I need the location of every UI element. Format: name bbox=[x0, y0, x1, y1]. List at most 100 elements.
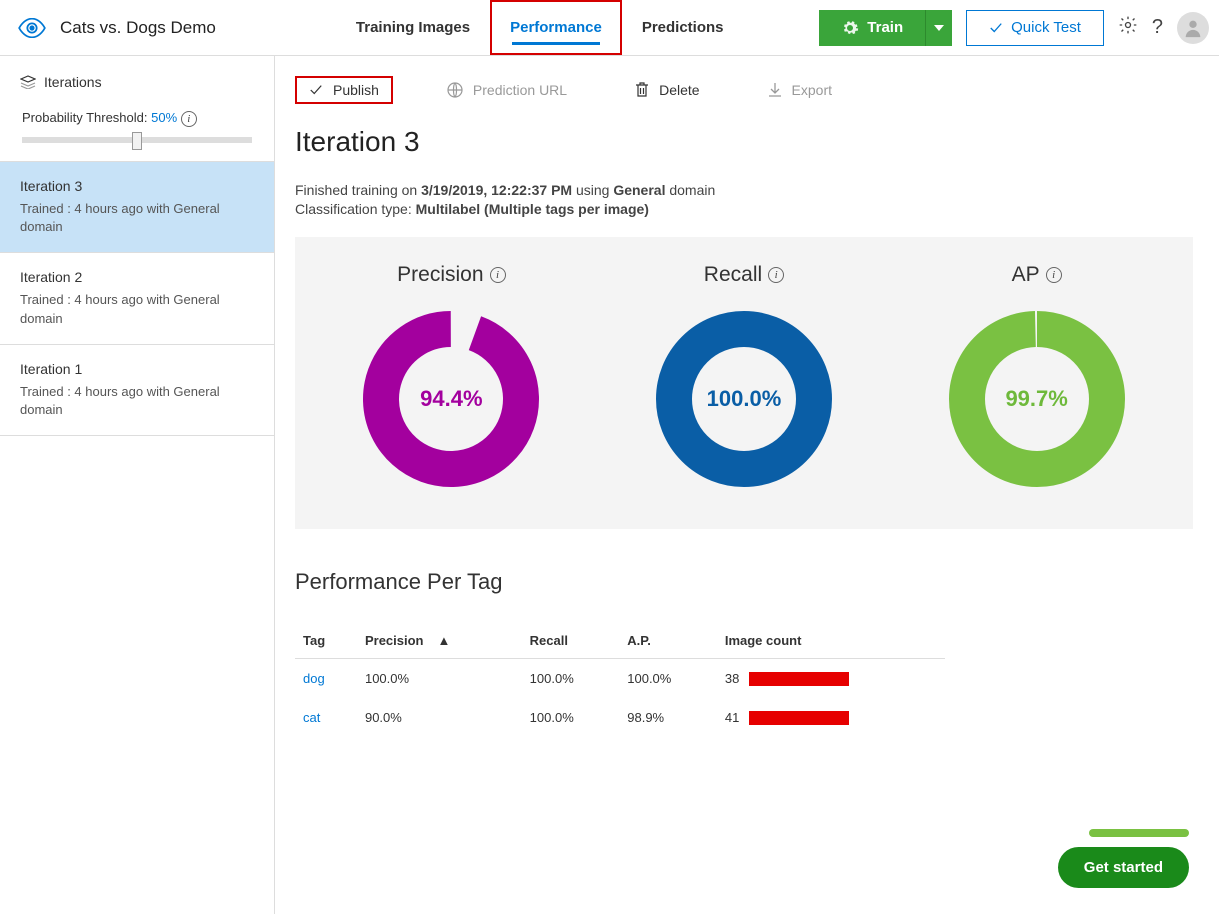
publish-button[interactable]: Publish bbox=[295, 76, 393, 104]
ap-donut: 99.7% bbox=[947, 309, 1127, 489]
publish-label: Publish bbox=[333, 82, 379, 98]
layers-icon bbox=[20, 75, 36, 89]
per-tag-table: Tag Precision▲ Recall A.P. Image count d… bbox=[295, 623, 945, 737]
tab-predictions[interactable]: Predictions bbox=[622, 0, 744, 55]
training-finished-line: Finished training on 3/19/2019, 12:22:37… bbox=[295, 182, 1193, 198]
tab-performance[interactable]: Performance bbox=[490, 0, 622, 55]
cell-recall: 100.0% bbox=[522, 698, 620, 737]
train-label: Train bbox=[867, 19, 903, 36]
col-recall[interactable]: Recall bbox=[522, 623, 620, 659]
prediction-url-button: Prediction URL bbox=[433, 76, 581, 104]
quick-test-button[interactable]: Quick Test bbox=[966, 10, 1104, 46]
get-started-widget: Get started bbox=[1058, 829, 1189, 888]
threshold-slider[interactable] bbox=[22, 137, 252, 143]
recall-value: 100.0% bbox=[707, 386, 782, 412]
table-row: dog 100.0% 100.0% 100.0% 38 bbox=[295, 659, 945, 699]
ap-value: 99.7% bbox=[1005, 386, 1067, 412]
header-actions: Train Quick Test ? bbox=[819, 10, 1209, 46]
per-tag-heading: Performance Per Tag bbox=[295, 569, 1193, 595]
prediction-url-label: Prediction URL bbox=[473, 82, 567, 98]
sidebar: Iterations Probability Threshold: 50% i … bbox=[0, 56, 275, 914]
main-content: Publish Prediction URL Delete Export Ite… bbox=[275, 56, 1219, 914]
cell-ap: 100.0% bbox=[619, 659, 717, 699]
export-label: Export bbox=[792, 82, 832, 98]
count-bar bbox=[749, 711, 849, 725]
iteration-subtitle: Trained : 4 hours ago with General domai… bbox=[20, 383, 254, 419]
train-dropdown[interactable] bbox=[925, 10, 952, 46]
header: Cats vs. Dogs Demo Training Images Perfo… bbox=[0, 0, 1219, 56]
cell-precision: 100.0% bbox=[357, 659, 522, 699]
slider-thumb[interactable] bbox=[132, 132, 142, 150]
trash-icon bbox=[635, 82, 649, 98]
col-precision[interactable]: Precision▲ bbox=[357, 623, 522, 659]
precision-metric: Precision i 94.4% bbox=[361, 263, 541, 489]
threshold-value: 50% bbox=[151, 110, 177, 125]
sidebar-section-label: Iterations bbox=[44, 74, 102, 90]
threshold-label: Probability Threshold: bbox=[22, 110, 148, 125]
threshold-control: Probability Threshold: 50% i bbox=[0, 100, 274, 161]
iteration-toolbar: Publish Prediction URL Delete Export bbox=[295, 76, 1193, 104]
cell-recall: 100.0% bbox=[522, 659, 620, 699]
help-button[interactable]: ? bbox=[1152, 16, 1163, 39]
tab-training-images[interactable]: Training Images bbox=[336, 0, 490, 55]
gears-icon bbox=[841, 19, 859, 37]
tag-link[interactable]: dog bbox=[303, 671, 325, 686]
check-icon bbox=[309, 83, 323, 97]
recall-donut: 100.0% bbox=[654, 309, 834, 489]
ap-label: AP bbox=[1012, 263, 1040, 287]
recall-label: Recall bbox=[704, 263, 762, 287]
train-button-group: Train bbox=[819, 10, 952, 46]
iteration-title: Iteration 1 bbox=[20, 361, 254, 377]
user-icon bbox=[1182, 17, 1204, 39]
logo-eye-icon bbox=[18, 18, 46, 38]
cell-count: 41 bbox=[725, 710, 739, 725]
iteration-item-1[interactable]: Iteration 1 Trained : 4 hours ago with G… bbox=[0, 345, 274, 436]
ap-metric: AP i 99.7% bbox=[947, 263, 1127, 489]
col-tag[interactable]: Tag bbox=[295, 623, 357, 659]
iteration-title: Iteration 2 bbox=[20, 269, 254, 285]
info-icon[interactable]: i bbox=[768, 267, 784, 283]
user-avatar[interactable] bbox=[1177, 12, 1209, 44]
count-bar bbox=[749, 672, 849, 686]
nav-tabs: Training Images Performance Predictions bbox=[336, 0, 744, 55]
gear-icon bbox=[1118, 15, 1138, 35]
progress-pill bbox=[1089, 829, 1189, 837]
iteration-list: Iteration 3 Trained : 4 hours ago with G… bbox=[0, 161, 274, 436]
col-ap[interactable]: A.P. bbox=[619, 623, 717, 659]
tag-link[interactable]: cat bbox=[303, 710, 320, 725]
info-icon[interactable]: i bbox=[181, 111, 197, 127]
precision-value: 94.4% bbox=[420, 386, 482, 412]
iteration-item-2[interactable]: Iteration 2 Trained : 4 hours ago with G… bbox=[0, 253, 274, 344]
col-image-count[interactable]: Image count bbox=[717, 623, 945, 659]
train-button[interactable]: Train bbox=[819, 10, 925, 46]
recall-metric: Recalli 100.0% bbox=[654, 263, 834, 489]
delete-label: Delete bbox=[659, 82, 699, 98]
export-button: Export bbox=[754, 76, 846, 104]
iteration-title: Iteration 3 bbox=[20, 178, 254, 194]
info-icon[interactable]: i bbox=[1046, 267, 1062, 283]
check-icon bbox=[989, 21, 1003, 35]
cell-ap: 98.9% bbox=[619, 698, 717, 737]
delete-button[interactable]: Delete bbox=[621, 76, 713, 104]
caret-down-icon bbox=[934, 25, 944, 31]
cell-count: 38 bbox=[725, 671, 739, 686]
settings-button[interactable] bbox=[1118, 15, 1138, 41]
cell-precision: 90.0% bbox=[357, 698, 522, 737]
precision-label: Precision bbox=[397, 263, 483, 287]
metrics-panel: Precisioni 94.4% Recalli 100.0% APi 99.7… bbox=[295, 237, 1193, 529]
classification-type-line: Classification type: Multilabel (Multipl… bbox=[295, 201, 1193, 217]
project-title: Cats vs. Dogs Demo bbox=[60, 18, 216, 38]
sort-asc-icon: ▲ bbox=[438, 633, 451, 648]
precision-donut: 94.4% bbox=[361, 309, 541, 489]
iteration-item-3[interactable]: Iteration 3 Trained : 4 hours ago with G… bbox=[0, 162, 274, 253]
table-row: cat 90.0% 100.0% 98.9% 41 bbox=[295, 698, 945, 737]
iteration-subtitle: Trained : 4 hours ago with General domai… bbox=[20, 291, 254, 327]
globe-icon bbox=[447, 82, 463, 98]
iteration-heading: Iteration 3 bbox=[295, 126, 1193, 158]
iteration-subtitle: Trained : 4 hours ago with General domai… bbox=[20, 200, 254, 236]
info-icon[interactable]: i bbox=[490, 267, 506, 283]
download-icon bbox=[768, 82, 782, 98]
sidebar-header: Iterations bbox=[0, 56, 274, 100]
quick-test-label: Quick Test bbox=[1011, 19, 1081, 36]
get-started-button[interactable]: Get started bbox=[1058, 847, 1189, 888]
